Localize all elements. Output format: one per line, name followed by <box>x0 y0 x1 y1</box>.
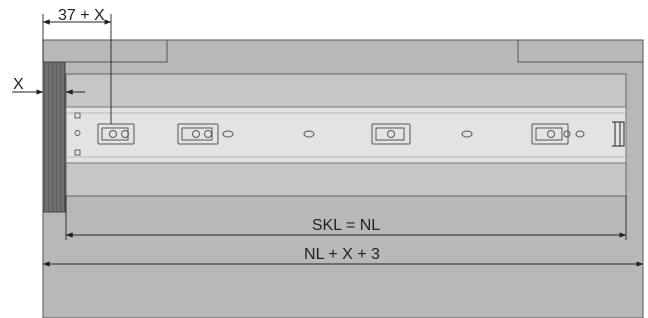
slide-rail <box>65 106 627 164</box>
total-length-label: NL + X + 3 <box>304 246 380 263</box>
drawer-slide-dimension-drawing: 37 + X X SKL = NL NL + X + 3 <box>12 7 644 318</box>
x-dimension-label: X <box>13 76 24 93</box>
drawer-front-panel <box>42 61 66 213</box>
slide-length-label: SKL = NL <box>312 217 380 234</box>
offset-dimension-label: 37 + X <box>58 7 105 24</box>
